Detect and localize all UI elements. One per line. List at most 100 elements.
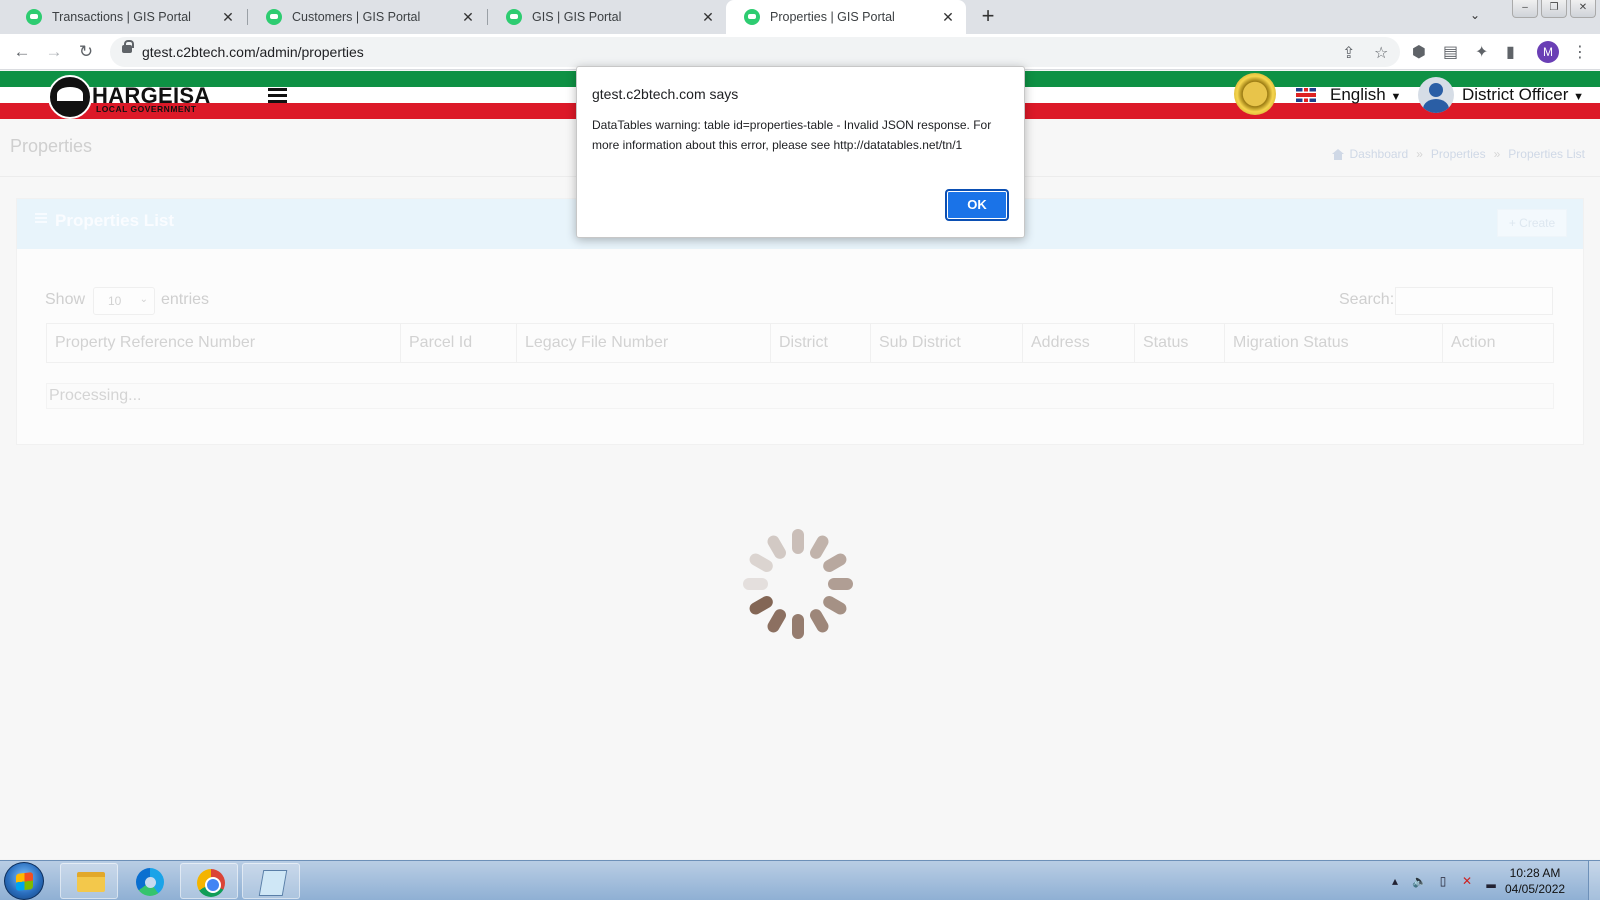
- close-icon[interactable]: ✕: [216, 9, 240, 26]
- breadcrumb: Dashboard » Properties » Properties List: [1331, 147, 1585, 161]
- address-bar[interactable]: gtest.c2btech.com/admin/properties ⇪ ☆: [110, 37, 1400, 67]
- tab-customers[interactable]: Customers | GIS Portal ✕: [248, 0, 486, 34]
- tab-title: Properties | GIS Portal: [770, 10, 895, 24]
- tab-properties[interactable]: Properties | GIS Portal ✕: [726, 0, 966, 34]
- box-title-label: Properties List: [55, 211, 175, 230]
- spinner-petal: [765, 606, 789, 635]
- column-header[interactable]: Address: [1023, 324, 1135, 362]
- breadcrumb-separator: »: [1416, 147, 1423, 161]
- page-size-value: 10: [108, 294, 122, 308]
- gis-portal-favicon-icon: [26, 9, 42, 25]
- tab-title: GIS | GIS Portal: [532, 10, 622, 24]
- list-icon: [35, 213, 47, 223]
- side-panel-icon[interactable]: ▮: [1506, 42, 1515, 62]
- close-icon[interactable]: ✕: [696, 9, 720, 26]
- user-dropdown[interactable]: District Officer ▼: [1462, 85, 1584, 105]
- spinner-petal: [807, 533, 831, 562]
- spinner-petal: [743, 578, 768, 590]
- edge-taskbar-button[interactable]: [120, 863, 178, 899]
- minimize-icon[interactable]: ‒: [1512, 0, 1538, 18]
- system-tray: ▴ 🔈 ▯ ✕ ▂: [1388, 874, 1508, 888]
- extensions-puzzle-icon[interactable]: ✦: [1475, 42, 1488, 62]
- breadcrumb-properties[interactable]: Properties: [1431, 147, 1486, 161]
- gis-portal-favicon-icon: [506, 9, 522, 25]
- browser-menu-icon[interactable]: ⋮: [1572, 42, 1588, 62]
- language-dropdown[interactable]: English ▼: [1330, 85, 1401, 105]
- ok-button[interactable]: OK: [945, 189, 1009, 221]
- forward-arrow-icon[interactable]: →: [42, 40, 66, 64]
- table-header: Property Reference Number Parcel Id Lega…: [46, 323, 1554, 363]
- edge-icon: [136, 868, 164, 896]
- spinner-petal: [792, 614, 804, 639]
- extension-clipboard-icon[interactable]: ▤: [1443, 42, 1458, 62]
- file-explorer-taskbar-button[interactable]: [60, 863, 118, 899]
- user-avatar[interactable]: [1418, 77, 1454, 113]
- column-header[interactable]: Legacy File Number: [517, 324, 771, 362]
- create-button[interactable]: + Create: [1497, 209, 1567, 237]
- chrome-taskbar-button[interactable]: [180, 863, 238, 899]
- restore-icon[interactable]: ❐: [1541, 0, 1567, 18]
- tab-title: Transactions | GIS Portal: [52, 10, 191, 24]
- url-text: gtest.c2btech.com/admin/properties: [142, 44, 364, 60]
- new-tab-plus-icon[interactable]: +: [975, 4, 1001, 30]
- close-icon[interactable]: ✕: [456, 9, 480, 26]
- network-error-icon[interactable]: ✕: [1460, 874, 1474, 888]
- battery-icon[interactable]: ▯: [1436, 874, 1450, 888]
- page-title: Properties: [10, 136, 93, 156]
- profile-avatar[interactable]: M: [1537, 41, 1559, 63]
- column-header[interactable]: Migration Status: [1225, 324, 1443, 362]
- clock-time: 10:28 AM: [1509, 866, 1561, 880]
- volume-icon[interactable]: 🔈: [1412, 874, 1427, 888]
- column-header[interactable]: Sub District: [871, 324, 1023, 362]
- column-header[interactable]: Property Reference Number: [47, 324, 401, 362]
- browser-toolbar: ← → ↻ gtest.c2btech.com/admin/properties…: [0, 34, 1600, 70]
- spinner-petal: [828, 578, 853, 590]
- spinner-petal: [747, 551, 776, 575]
- spinner-petal: [765, 533, 789, 562]
- logo-subtitle: LOCAL GOVERNMENT: [96, 104, 197, 114]
- caret-down-icon: ▼: [1573, 91, 1585, 103]
- uk-flag-icon: [1296, 88, 1316, 102]
- lock-icon[interactable]: [122, 40, 134, 53]
- column-header[interactable]: Parcel Id: [401, 324, 517, 362]
- clock[interactable]: 10:28 AM 04/05/2022: [1505, 865, 1565, 897]
- entries-label: entries: [161, 291, 210, 308]
- spinner-petal: [820, 593, 849, 617]
- loading-spinner-icon: [743, 529, 853, 639]
- page-size-select[interactable]: 10 ⌄: [93, 287, 155, 315]
- alert-dialog: gtest.c2btech.com says DataTables warnin…: [576, 66, 1025, 238]
- breadcrumb-separator: »: [1493, 147, 1501, 161]
- notepad-taskbar-button[interactable]: [242, 863, 300, 899]
- browser-tab-strip: Transactions | GIS Portal ✕ Customers | …: [0, 0, 1600, 34]
- spinner-petal: [747, 593, 776, 617]
- create-label: Create: [1519, 216, 1556, 230]
- menu-toggle-icon[interactable]: [268, 88, 287, 103]
- search-label: Search:: [1339, 291, 1395, 308]
- window-close-icon[interactable]: ✕: [1570, 0, 1596, 18]
- back-arrow-icon[interactable]: ←: [10, 40, 34, 64]
- show-desktop-button[interactable]: [1588, 861, 1600, 900]
- extension-shield-icon[interactable]: ⬢: [1412, 42, 1426, 62]
- breadcrumb-current: Properties List: [1508, 147, 1585, 161]
- reload-icon[interactable]: ↻: [74, 40, 98, 64]
- breadcrumb-dashboard[interactable]: Dashboard: [1350, 147, 1409, 161]
- tab-gis[interactable]: GIS | GIS Portal ✕: [488, 0, 726, 34]
- processing-indicator: Processing...: [46, 383, 1554, 409]
- bookmark-star-icon[interactable]: ☆: [1374, 43, 1388, 63]
- user-name-label: District Officer: [1462, 85, 1569, 104]
- alert-origin: gtest.c2btech.com says: [592, 86, 739, 102]
- column-header[interactable]: District: [771, 324, 871, 362]
- gis-portal-favicon-icon: [744, 9, 760, 25]
- share-icon[interactable]: ⇪: [1342, 43, 1355, 63]
- column-header[interactable]: Status: [1135, 324, 1225, 362]
- hargeisa-logo-icon[interactable]: [48, 75, 92, 119]
- column-header: Action: [1451, 334, 1496, 351]
- tab-search-chevron-icon[interactable]: ⌄: [1470, 8, 1480, 22]
- start-button[interactable]: [4, 862, 44, 900]
- tray-expand-icon[interactable]: ▴: [1388, 874, 1402, 888]
- close-icon[interactable]: ✕: [936, 9, 960, 26]
- search-input[interactable]: [1395, 287, 1553, 315]
- signal-bars-icon[interactable]: ▂: [1484, 874, 1498, 888]
- tab-transactions[interactable]: Transactions | GIS Portal ✕: [8, 0, 246, 34]
- government-seal-icon: [1234, 73, 1276, 115]
